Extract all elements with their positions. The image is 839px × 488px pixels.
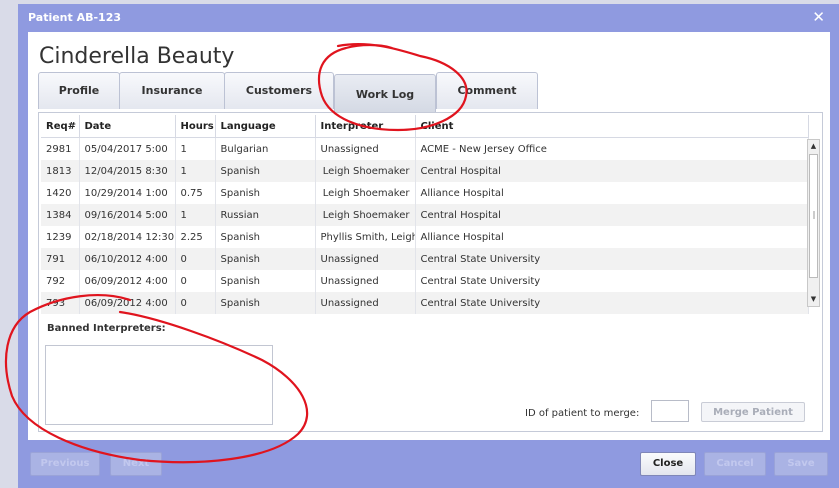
column-header-hours[interactable]: Hours [175, 115, 216, 138]
table-row[interactable]: 1813 12/04/2015 8:30 1 Spanish Leigh Sho… [41, 160, 809, 182]
cell-language: Spanish [215, 270, 316, 292]
cell-date: 10/29/2014 1:00 [79, 182, 176, 204]
cell-interpreter: Unassigned [315, 248, 416, 270]
table-header-row: Req# Date Hours Language Interpreter Cli… [41, 115, 809, 138]
banned-interpreters-label: Banned Interpreters: [47, 323, 166, 334]
tab-insurance[interactable]: Insurance [119, 72, 225, 109]
cell-date: 06/09/2012 4:00 [79, 292, 176, 314]
cell-language: Spanish [215, 160, 316, 182]
cell-date: 02/18/2014 12:30 [79, 226, 176, 248]
cell-client: Alliance Hospital [415, 182, 809, 204]
table-row[interactable]: 793 06/09/2012 4:00 0 Spanish Unassigned… [41, 292, 809, 314]
cell-client: Central Hospital [415, 160, 809, 182]
cell-client: Central Hospital [415, 204, 809, 226]
cell-language: Bulgarian [215, 137, 316, 160]
cell-date: 12/04/2015 8:30 [79, 160, 176, 182]
cell-date: 06/10/2012 4:00 [79, 248, 176, 270]
work-log-table: Req# Date Hours Language Interpreter Cli… [41, 115, 809, 314]
cell-client: Central State University [415, 292, 809, 314]
cell-hours: 2.25 [175, 226, 216, 248]
cell-date: 05/04/2017 5:00 [79, 137, 176, 160]
work-log-panel: Req# Date Hours Language Interpreter Cli… [38, 112, 823, 432]
cell-req: 1239 [41, 226, 80, 248]
tab-work-log[interactable]: Work Log [334, 74, 436, 113]
column-header-req[interactable]: Req# [41, 115, 80, 138]
column-header-interpreter[interactable]: Interpreter [315, 115, 416, 138]
cell-hours: 1 [175, 160, 216, 182]
cell-client: Central State University [415, 270, 809, 292]
scroll-down-icon[interactable]: ▼ [809, 294, 818, 305]
grip-icon [813, 211, 815, 219]
previous-button[interactable]: Previous [30, 452, 100, 476]
cell-date: 06/09/2012 4:00 [79, 270, 176, 292]
cell-language: Spanish [215, 226, 316, 248]
table-row[interactable]: 1239 02/18/2014 12:30 2.25 Spanish Phyll… [41, 226, 809, 248]
cell-req: 1813 [41, 160, 80, 182]
cell-client: ACME - New Jersey Office [415, 137, 809, 160]
tab-comment[interactable]: Comment [436, 72, 538, 109]
tab-customers[interactable]: Customers [224, 72, 334, 109]
cell-client: Alliance Hospital [415, 226, 809, 248]
table-row[interactable]: 1384 09/16/2014 5:00 1 Russian Leigh Sho… [41, 204, 809, 226]
cell-hours: 1 [175, 137, 216, 160]
patient-dialog: Patient AB-123 ✕ Cinderella Beauty Profi… [18, 4, 839, 488]
cell-hours: 0 [175, 292, 216, 314]
cell-language: Russian [215, 204, 316, 226]
cell-hours: 0.75 [175, 182, 216, 204]
scroll-up-icon[interactable]: ▲ [809, 141, 818, 152]
table-row[interactable]: 792 06/09/2012 4:00 0 Spanish Unassigned… [41, 270, 809, 292]
dialog-title: Patient AB-123 [28, 11, 122, 24]
merge-id-input[interactable] [651, 400, 689, 422]
save-button[interactable]: Save [774, 452, 828, 476]
merge-id-label: ID of patient to merge: [525, 408, 640, 419]
cell-req: 793 [41, 292, 80, 314]
cell-interpreter: Unassigned [315, 270, 416, 292]
column-header-language[interactable]: Language [215, 115, 316, 138]
cell-interpreter: Leigh Shoemaker [315, 182, 416, 204]
cell-req: 1384 [41, 204, 80, 226]
cell-interpreter: Leigh Shoemaker [315, 160, 416, 182]
table-row[interactable]: 1420 10/29/2014 1:00 0.75 Spanish Leigh … [41, 182, 809, 204]
column-header-date[interactable]: Date [79, 115, 176, 138]
cell-hours: 0 [175, 270, 216, 292]
cell-hours: 0 [175, 248, 216, 270]
scrollbar-thumb[interactable] [809, 154, 818, 278]
close-button[interactable]: Close [640, 452, 696, 476]
cell-interpreter: Unassigned [315, 292, 416, 314]
cell-hours: 1 [175, 204, 216, 226]
cell-req: 1420 [41, 182, 80, 204]
next-button[interactable]: Next [110, 452, 162, 476]
cell-interpreter: Unassigned [315, 137, 416, 160]
cell-req: 791 [41, 248, 80, 270]
tab-profile[interactable]: Profile [38, 72, 120, 109]
cell-interpreter: Leigh Shoemaker [315, 204, 416, 226]
cell-req: 2981 [41, 137, 80, 160]
patient-name: Cinderella Beauty [39, 44, 235, 69]
merge-patient-button[interactable]: Merge Patient [701, 402, 805, 422]
close-icon[interactable]: ✕ [812, 8, 825, 26]
cell-interpreter: Phyllis Smith, Leigh [315, 226, 416, 248]
cancel-button[interactable]: Cancel [704, 452, 766, 476]
dialog-content: Cinderella Beauty Profile Insurance Cust… [28, 32, 830, 440]
cell-client: Central State University [415, 248, 809, 270]
cell-req: 792 [41, 270, 80, 292]
table-row[interactable]: 2981 05/04/2017 5:00 1 Bulgarian Unassig… [41, 137, 809, 160]
cell-date: 09/16/2014 5:00 [79, 204, 176, 226]
cell-language: Spanish [215, 292, 316, 314]
cell-language: Spanish [215, 182, 316, 204]
dialog-titlebar: Patient AB-123 ✕ [18, 4, 839, 32]
column-header-client[interactable]: Client [415, 115, 809, 138]
table-scrollbar[interactable]: ▲ ▼ [807, 139, 820, 307]
banned-interpreters-list[interactable] [45, 345, 273, 425]
table-row[interactable]: 791 06/10/2012 4:00 0 Spanish Unassigned… [41, 248, 809, 270]
cell-language: Spanish [215, 248, 316, 270]
